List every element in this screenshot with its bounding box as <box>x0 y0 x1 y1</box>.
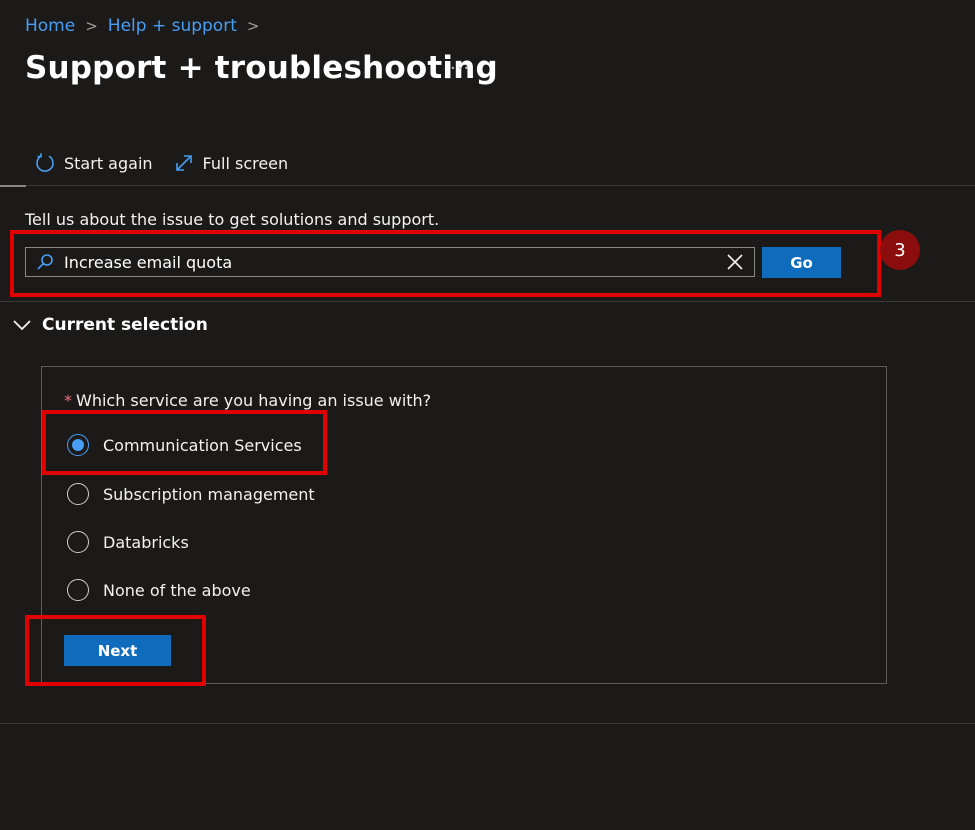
start-again-label: Start again <box>64 153 153 173</box>
selected-option-callout-box <box>42 410 327 475</box>
service-question-text: Which service are you having an issue wi… <box>76 391 432 410</box>
page-title: Support + troubleshooting <box>25 50 498 86</box>
breadcrumb-separator: > <box>85 17 98 35</box>
radio-label: None of the above <box>103 580 251 600</box>
intro-text: Tell us about the issue to get solutions… <box>25 210 440 229</box>
required-marker: * <box>64 391 72 410</box>
more-options-button[interactable]: ··· <box>450 58 470 79</box>
breadcrumb-help-support-link[interactable]: Help + support <box>108 16 237 36</box>
radio-label: Subscription management <box>103 484 315 504</box>
next-button-callout-box <box>25 615 206 686</box>
radio-button[interactable] <box>67 531 89 553</box>
current-selection-title: Current selection <box>42 315 208 335</box>
chevron-down-icon <box>13 320 31 331</box>
section-divider <box>0 301 975 302</box>
command-bar: Start again Full screen <box>34 148 308 178</box>
radio-databricks[interactable]: Databricks <box>67 528 189 556</box>
breadcrumb: Home > Help + support > <box>25 14 269 38</box>
radio-none-of-the-above[interactable]: None of the above <box>67 576 251 604</box>
start-again-button[interactable]: Start again <box>34 152 153 174</box>
breadcrumb-home-link[interactable]: Home <box>25 16 75 36</box>
current-selection-toggle[interactable]: Current selection <box>12 315 208 335</box>
step-number-badge: 3 <box>880 230 920 270</box>
radio-subscription-management[interactable]: Subscription management <box>67 480 315 508</box>
expand-icon <box>175 155 192 171</box>
bottom-divider <box>0 723 975 724</box>
toolbar-indicator <box>0 185 26 187</box>
full-screen-button[interactable]: Full screen <box>173 152 289 174</box>
radio-button[interactable] <box>67 579 89 601</box>
radio-button[interactable] <box>67 483 89 505</box>
refresh-icon <box>36 153 54 172</box>
breadcrumb-separator: > <box>246 17 260 35</box>
service-question: * Which service are you having an issue w… <box>64 391 431 410</box>
toolbar-divider <box>26 185 975 186</box>
search-callout-box <box>10 230 881 297</box>
radio-label: Databricks <box>103 532 189 552</box>
full-screen-label: Full screen <box>202 153 289 173</box>
